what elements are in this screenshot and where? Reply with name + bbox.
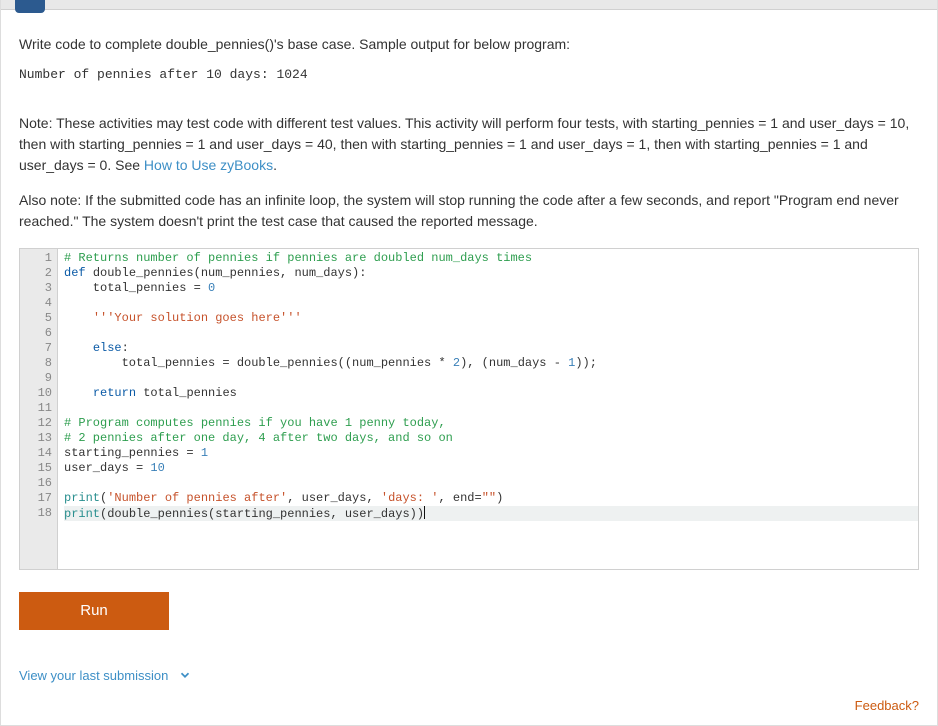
note-tests: Note: These activities may test code wit… — [19, 113, 919, 176]
line-number: 4 — [20, 296, 52, 311]
activity-panel: Write code to complete double_pennies()'… — [0, 0, 938, 726]
prompt-text: Write code to complete double_pennies()'… — [19, 34, 919, 55]
code-line — [64, 371, 918, 386]
line-number: 13 — [20, 431, 52, 446]
line-number: 6 — [20, 326, 52, 341]
code-line — [64, 296, 918, 311]
code-line: # Program computes pennies if you have 1… — [64, 416, 918, 431]
line-number: 15 — [20, 461, 52, 476]
code-line: # 2 pennies after one day, 4 after two d… — [64, 431, 918, 446]
line-number: 14 — [20, 446, 52, 461]
line-number: 16 — [20, 476, 52, 491]
line-gutter: 123456789101112131415161718 — [20, 249, 58, 569]
code-editor-body: 123456789101112131415161718 # Returns nu… — [20, 249, 918, 569]
code-line: else: — [64, 341, 918, 356]
content-area: Write code to complete double_pennies()'… — [1, 10, 937, 725]
code-line: total_pennies = 0 — [64, 281, 918, 296]
code-line: def double_pennies(num_pennies, num_days… — [64, 266, 918, 281]
line-number: 3 — [20, 281, 52, 296]
link-how-to-use-zybooks[interactable]: How to Use zyBooks — [144, 157, 273, 173]
line-number: 10 — [20, 386, 52, 401]
code-line — [64, 476, 918, 491]
code-editor[interactable]: 123456789101112131415161718 # Returns nu… — [19, 248, 919, 570]
code-line: total_pennies = double_pennies((num_penn… — [64, 356, 918, 371]
line-number: 1 — [20, 251, 52, 266]
line-number: 18 — [20, 506, 52, 521]
line-number: 9 — [20, 371, 52, 386]
view-last-submission[interactable]: View your last submission — [19, 666, 919, 686]
code-line: # Returns number of pennies if pennies a… — [64, 251, 918, 266]
line-number: 11 — [20, 401, 52, 416]
note-infinite-loop: Also note: If the submitted code has an … — [19, 190, 919, 232]
code-line: user_days = 10 — [64, 461, 918, 476]
line-number: 12 — [20, 416, 52, 431]
line-number: 2 — [20, 266, 52, 281]
code-line — [64, 401, 918, 416]
sample-output: Number of pennies after 10 days: 1024 — [19, 65, 919, 85]
code-line: starting_pennies = 1 — [64, 446, 918, 461]
code-line: return total_pennies — [64, 386, 918, 401]
run-button[interactable]: Run — [19, 592, 169, 630]
line-number: 17 — [20, 491, 52, 506]
line-number: 8 — [20, 356, 52, 371]
code-area[interactable]: # Returns number of pennies if pennies a… — [58, 249, 918, 569]
code-line: print(double_pennies(starting_pennies, u… — [64, 506, 918, 521]
code-line: print('Number of pennies after', user_da… — [64, 491, 918, 506]
code-line: '''Your solution goes here''' — [64, 311, 918, 326]
cursor-icon — [424, 506, 425, 519]
view-last-submission-label: View your last submission — [19, 666, 168, 686]
feedback-link[interactable]: Feedback? — [855, 696, 919, 716]
note1-suffix: . — [273, 157, 277, 173]
chevron-down-icon — [178, 668, 192, 682]
line-number: 5 — [20, 311, 52, 326]
line-number: 7 — [20, 341, 52, 356]
code-line — [64, 326, 918, 341]
activity-badge-icon — [15, 0, 45, 13]
top-bar — [1, 0, 937, 10]
